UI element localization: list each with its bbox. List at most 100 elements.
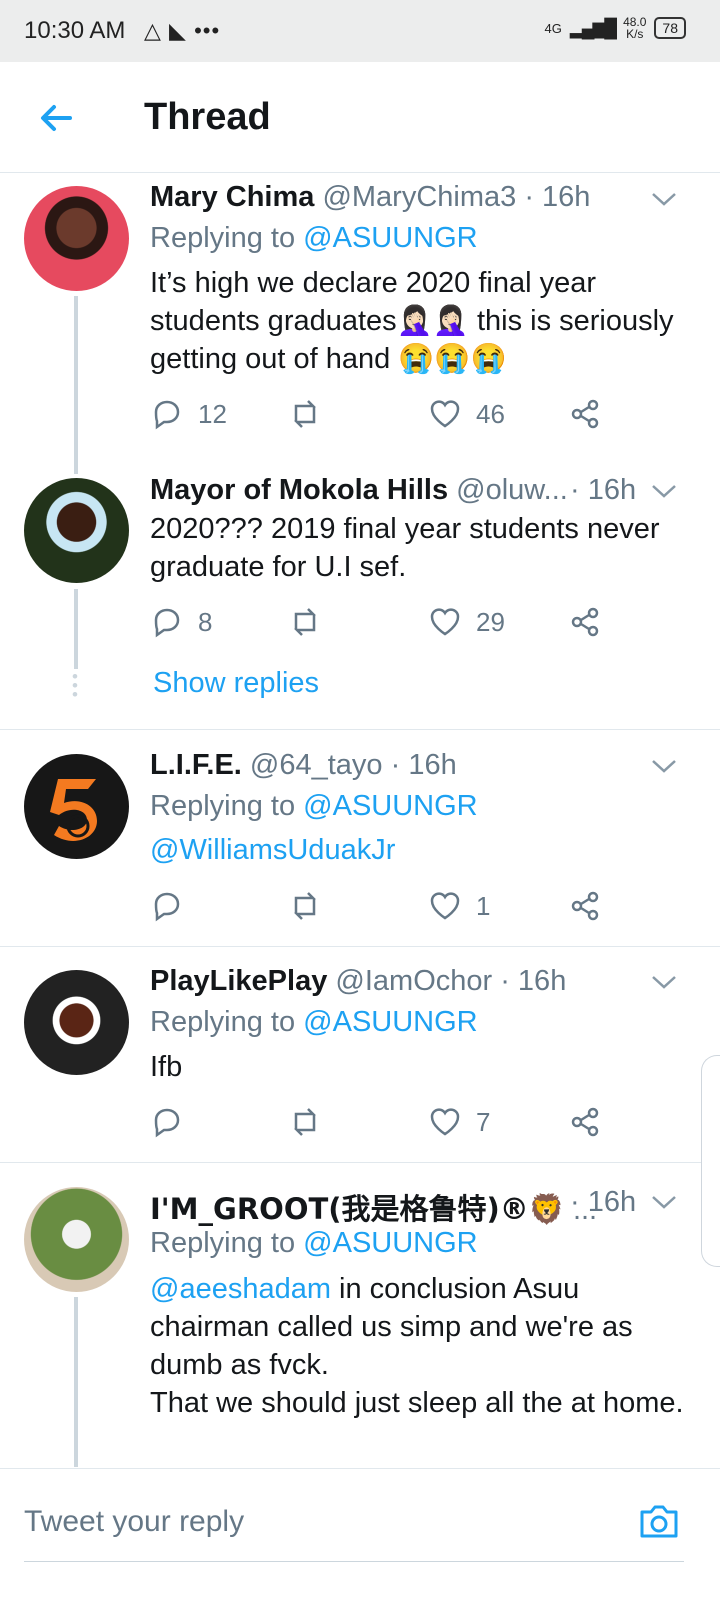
- status-system-icons: 4G ▂▄▆█ 48.0 K/s 78: [545, 16, 686, 40]
- thread-header: Thread: [0, 62, 720, 173]
- share-action[interactable]: [568, 397, 602, 431]
- reply-icon: [154, 1108, 180, 1138]
- network-speed: 48.0 K/s: [623, 15, 647, 41]
- reply-to-link[interactable]: @ASUUNGR: [303, 790, 477, 822]
- author-name[interactable]: PlayLikePlay: [150, 965, 327, 997]
- share-action[interactable]: [568, 605, 602, 639]
- retweet-action[interactable]: [288, 1105, 322, 1139]
- reply-icon: [154, 400, 180, 430]
- chevron-down-icon[interactable]: [650, 757, 678, 775]
- tweet-meta: Mary Chima @MaryChima3 · 16h: [150, 181, 670, 214]
- reply-input[interactable]: Tweet your reply: [24, 1505, 244, 1539]
- signal-icon: ▂▄▆█: [569, 17, 617, 38]
- share-icon: [571, 1107, 599, 1137]
- chevron-down-icon[interactable]: [650, 973, 678, 991]
- tweet-time: · 16h: [570, 1186, 637, 1218]
- scroll-handle[interactable]: [701, 1055, 720, 1267]
- share-action[interactable]: [568, 1105, 602, 1139]
- share-action[interactable]: [568, 889, 602, 923]
- tweet-meta: Mayor of Mokola Hills @oluw... · 16h: [150, 474, 670, 507]
- retweet-action[interactable]: [288, 605, 322, 639]
- retweet-action[interactable]: [288, 397, 322, 431]
- author-name[interactable]: I'M_GROOT(我是格鲁特)®🦁: [150, 1192, 565, 1226]
- tweet-text: It’s high we declare 2020 final year stu…: [150, 267, 674, 375]
- like-action[interactable]: 29: [428, 605, 505, 639]
- reply-action[interactable]: 12: [150, 397, 227, 431]
- back-arrow-icon[interactable]: [34, 96, 78, 140]
- heart-icon: [430, 608, 460, 636]
- heart-icon: [430, 400, 460, 428]
- mention-link[interactable]: @WilliamsUduakJr: [150, 831, 695, 869]
- heart-icon: [430, 1108, 460, 1136]
- divider: [0, 946, 720, 947]
- replying-to: Replying to @ASUUNGR: [150, 1006, 478, 1038]
- like-action[interactable]: 1: [428, 889, 490, 923]
- page-title: Thread: [144, 96, 271, 138]
- avatar[interactable]: [24, 1187, 129, 1292]
- like-action[interactable]: 46: [428, 397, 505, 431]
- author-handle[interactable]: @oluw...: [456, 474, 568, 506]
- author-handle[interactable]: @MaryChima3 · 16h: [322, 181, 590, 213]
- tweet-actions: 8 29: [150, 605, 610, 643]
- mention-link[interactable]: @aeeshadam: [150, 1273, 331, 1305]
- tweet-text: Ifb: [150, 1051, 183, 1083]
- retweet-icon: [293, 1108, 317, 1136]
- reply-action[interactable]: [150, 1105, 184, 1139]
- network-type: 4G: [544, 20, 562, 36]
- thread-line: [74, 589, 78, 669]
- show-replies-link[interactable]: Show replies: [153, 667, 319, 700]
- reply-icon: [154, 608, 180, 638]
- share-icon: [571, 399, 599, 429]
- thread-line: [74, 296, 78, 474]
- author-handle[interactable]: @64_tayo · 16h: [250, 749, 457, 781]
- avatar[interactable]: [24, 478, 129, 583]
- tweet-actions: 7: [150, 1105, 610, 1143]
- retweet-icon: [293, 892, 317, 920]
- reply-to-link[interactable]: @ASUUNGR: [303, 1227, 477, 1259]
- share-icon: [571, 607, 599, 637]
- replying-to: Replying to @ASUUNGR: [150, 1227, 478, 1259]
- tweet-time: · 16h: [570, 474, 637, 506]
- reply-action[interactable]: [150, 889, 184, 923]
- chevron-down-icon[interactable]: [650, 190, 678, 208]
- divider: [0, 729, 720, 730]
- reply-composer: Tweet your reply: [0, 1468, 720, 1601]
- composer-divider: [24, 1561, 684, 1562]
- tweet-actions: 12 46: [150, 397, 610, 435]
- retweet-action[interactable]: [288, 889, 322, 923]
- camera-icon[interactable]: [636, 1499, 682, 1545]
- chevron-down-icon[interactable]: [650, 482, 678, 500]
- status-time: 10:30 AM: [24, 17, 126, 44]
- replying-to: Replying to @ASUUNGR: [150, 222, 478, 254]
- avatar[interactable]: [24, 970, 129, 1075]
- status-bar: 10:30 AM △ ◣ ••• 4G ▂▄▆█ 48.0 K/s 78: [0, 0, 720, 62]
- author-name[interactable]: Mayor of Mokola Hills: [150, 474, 448, 506]
- divider: [0, 1162, 720, 1163]
- author-name[interactable]: L.I.F.E.: [150, 749, 242, 781]
- avatar-logo: [50, 779, 97, 841]
- share-icon: [571, 891, 599, 921]
- retweet-icon: [293, 608, 317, 636]
- avatar[interactable]: [24, 186, 129, 291]
- author-handle[interactable]: @IamOchor · 16h: [335, 965, 566, 997]
- tweet-meta: PlayLikePlay @IamOchor · 16h: [150, 965, 670, 998]
- author-name[interactable]: Mary Chima: [150, 181, 314, 213]
- reply-to-link[interactable]: @ASUUNGR: [303, 1006, 477, 1038]
- more-replies-indicator: • • •: [72, 667, 78, 704]
- battery-level: 78: [654, 17, 686, 39]
- replying-to: Replying to @ASUUNGR: [150, 790, 478, 822]
- tweet-text: 2020??? 2019 final year students never g…: [150, 513, 660, 583]
- avatar[interactable]: [24, 754, 129, 859]
- tweet-meta: I'M_GROOT(我是格鲁特)®🦁 ... · 16h: [150, 1186, 670, 1228]
- retweet-icon: [293, 400, 317, 428]
- tweet-text-line-2: That we should just sleep all the at hom…: [150, 1387, 684, 1419]
- reply-action[interactable]: 8: [150, 605, 212, 639]
- status-notification-icons: △ ◣ •••: [144, 18, 221, 43]
- reply-to-link[interactable]: @ASUUNGR: [303, 222, 477, 254]
- thread-line: [74, 1297, 78, 1467]
- reply-icon: [154, 892, 180, 922]
- tweet-text: @aeeshadam in conclusion Asuu chairman c…: [150, 1273, 684, 1419]
- chevron-down-icon[interactable]: [650, 1193, 678, 1211]
- tweet-meta: L.I.F.E. @64_tayo · 16h: [150, 749, 670, 782]
- like-action[interactable]: 7: [428, 1105, 490, 1139]
